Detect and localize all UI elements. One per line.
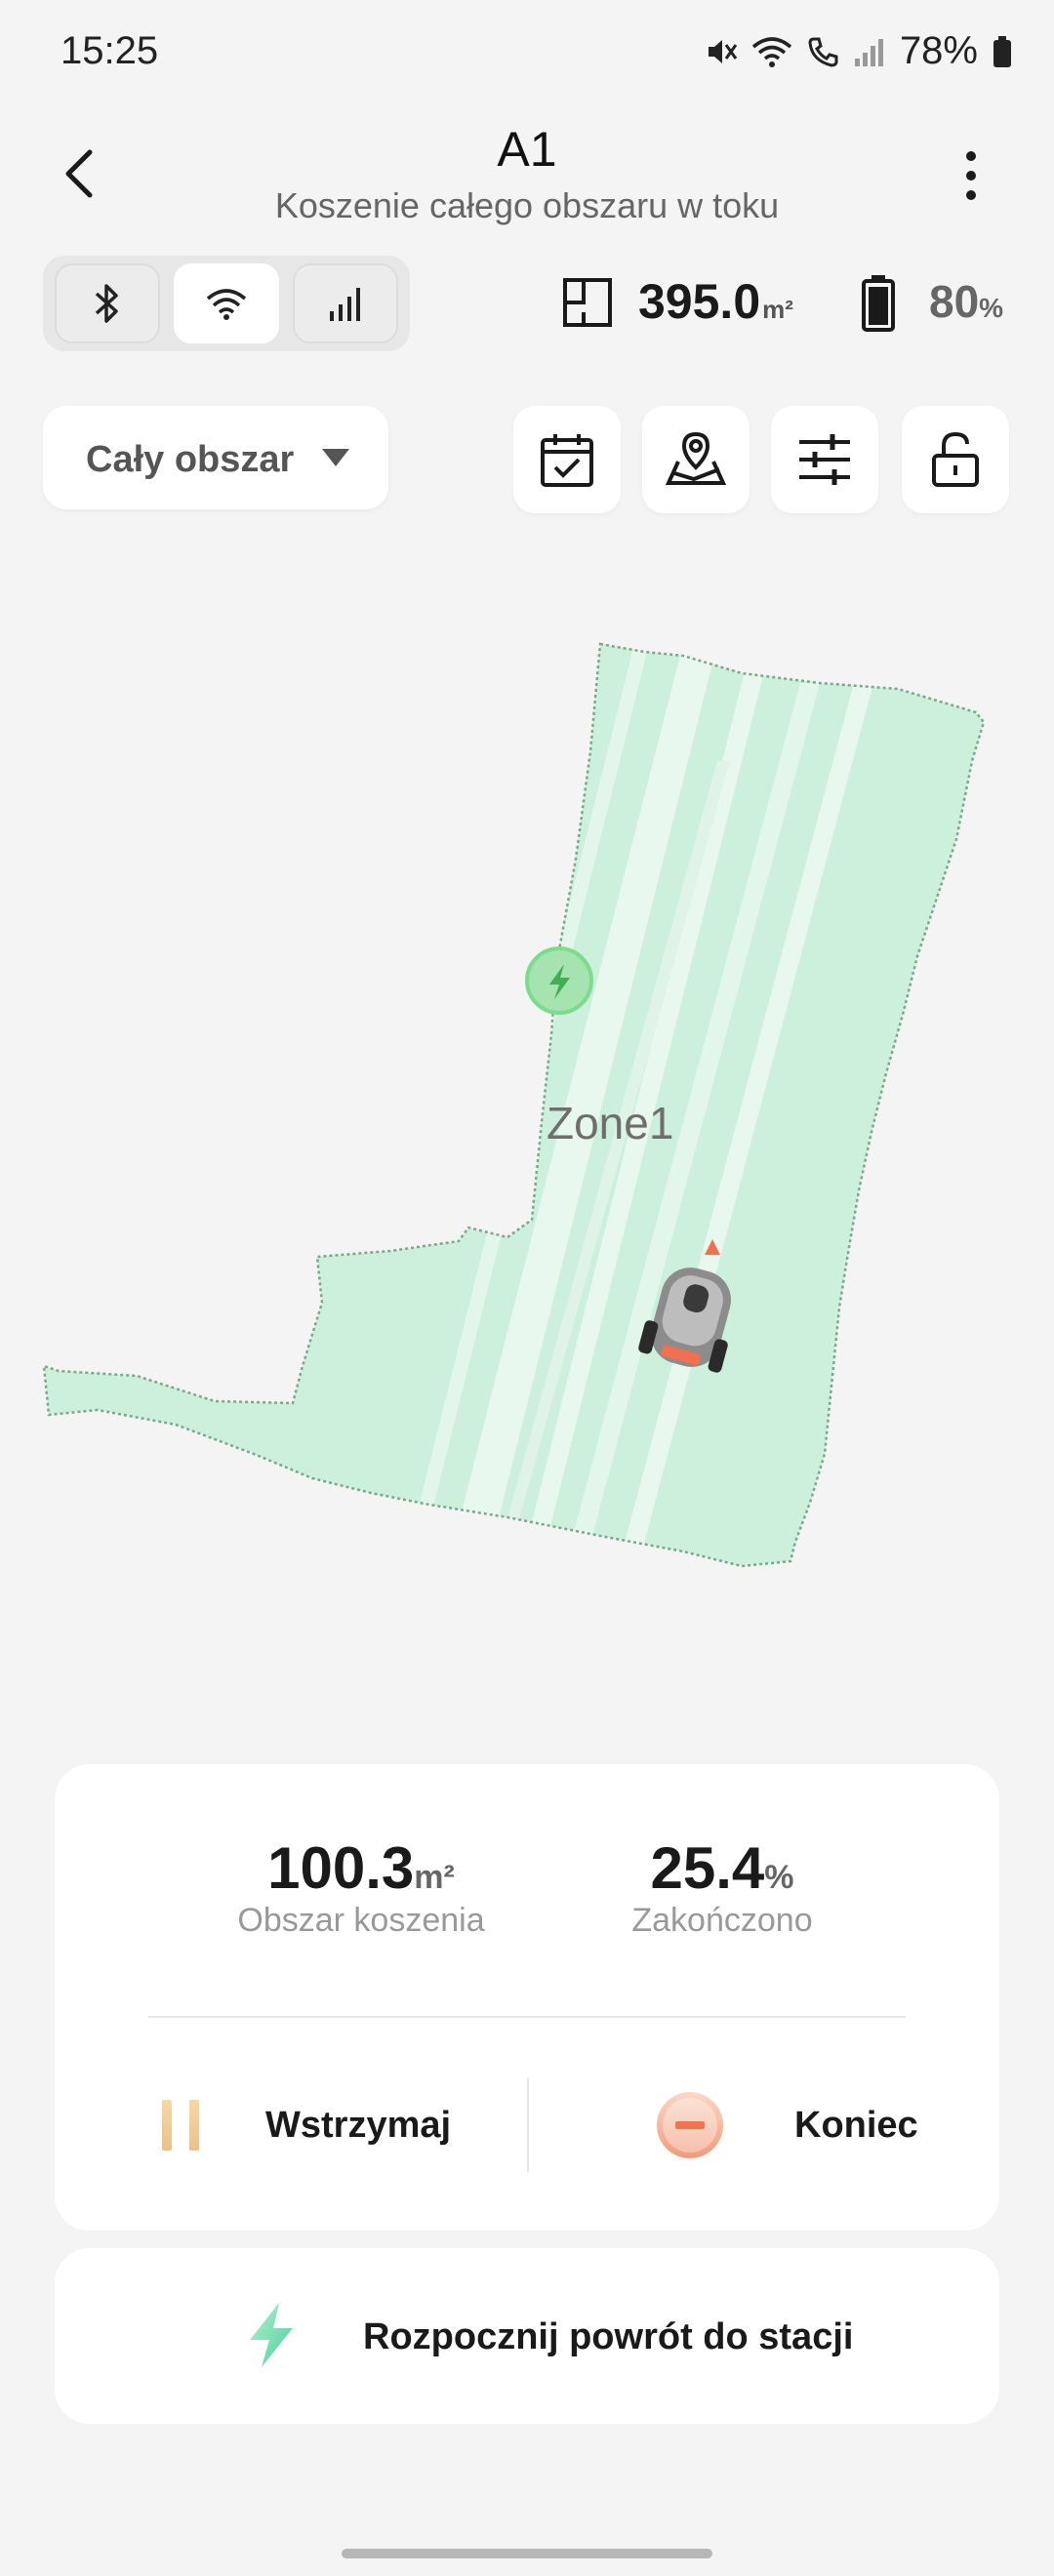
bluetooth-icon: [95, 284, 118, 323]
lock-button[interactable]: [902, 406, 1009, 513]
mowed-area-stat: 100.3m² Obszar koszenia: [176, 1834, 547, 1940]
pause-label: Wstrzymaj: [265, 2104, 452, 2146]
return-to-station-label: Rozpocznij powrót do stacji: [363, 2316, 854, 2357]
total-area: 395.0m²: [638, 274, 793, 329]
zone-name-label: Zone1: [547, 1098, 674, 1148]
mowing-settings-button[interactable]: [771, 406, 878, 513]
caret-down-icon: [322, 449, 349, 466]
status-battery-text: 78%: [899, 29, 978, 72]
charging-station-icon[interactable]: [525, 946, 593, 1015]
pause-button[interactable]: Wstrzymaj: [98, 2076, 507, 2174]
home-indicator[interactable]: [342, 2549, 712, 2558]
mute-icon: [708, 39, 738, 63]
signal-icon: [854, 38, 883, 66]
pause-icon: [162, 2100, 199, 2151]
wifi-button[interactable]: [174, 263, 279, 343]
actions-divider: [527, 2078, 529, 2172]
wifi-icon: [206, 289, 247, 320]
cellular-button[interactable]: [293, 263, 398, 343]
connection-switcher: [43, 256, 410, 351]
zone-selector[interactable]: Cały obszar: [43, 406, 388, 509]
end-button[interactable]: Koniec: [547, 2076, 976, 2174]
mowing-status-subtitle: Koszenie całego obszaru w toku: [274, 185, 780, 225]
wifi-icon: [751, 36, 792, 67]
unlock-icon: [932, 431, 979, 487]
zone-selector-label: Cały obszar: [86, 439, 295, 480]
bluetooth-button[interactable]: [55, 263, 160, 343]
more-options-icon[interactable]: [956, 146, 986, 205]
mowing-map[interactable]: [0, 585, 1054, 1600]
battery-icon: [993, 35, 1011, 67]
cellular-icon: [330, 288, 360, 321]
completed-stat: 25.4% Zakończono: [566, 1834, 878, 1940]
lightning-icon: [250, 2303, 293, 2367]
schedule-icon: [541, 434, 593, 487]
call-icon: [808, 37, 838, 67]
status-icons: 78%: [705, 29, 1013, 73]
return-to-station-button[interactable]: Rozpocznij powrót do stacji: [55, 2248, 999, 2424]
end-label: Koniec: [794, 2104, 918, 2146]
status-time: 15:25: [61, 29, 159, 72]
mower-battery-icon: [862, 275, 895, 332]
settings-sliders-icon: [799, 434, 850, 485]
area-icon: [563, 278, 612, 327]
card-divider: [148, 2016, 906, 2018]
device-title: A1: [497, 122, 557, 177]
mowed-area-label: Obszar koszenia: [237, 1902, 485, 1939]
stop-icon: [657, 2092, 723, 2158]
schedule-button[interactable]: [513, 406, 621, 513]
zone-area: [42, 642, 986, 1568]
mower-battery-level: 80%: [929, 276, 1004, 327]
map-edit-button[interactable]: [642, 406, 750, 513]
completed-label: Zakończono: [631, 1902, 813, 1939]
map-pin-icon: [665, 431, 727, 485]
